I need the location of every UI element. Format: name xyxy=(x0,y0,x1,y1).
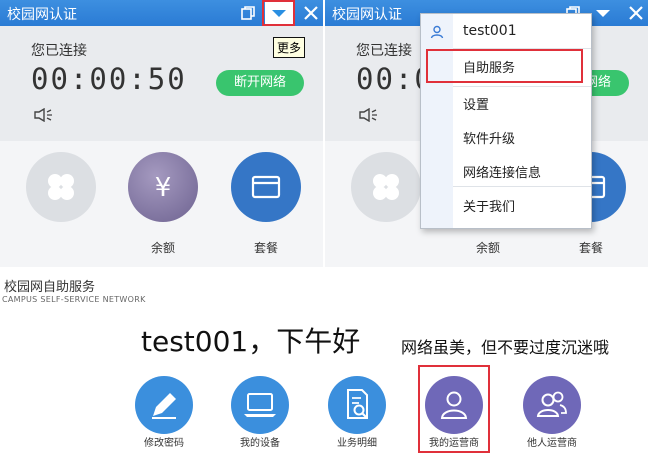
tooltip-more: 更多 xyxy=(273,37,306,58)
client-window-left: 校园网认证 您已连接 00:00:50 断开网络 ¥ 余额 套餐 更多 xyxy=(0,0,323,267)
connection-status: 您已连接 xyxy=(356,43,412,59)
menu-username: test001 xyxy=(463,23,517,39)
service-billing-details[interactable] xyxy=(328,376,386,434)
connection-timer: 00:00:50 xyxy=(31,62,187,96)
window-title: 校园网认证 xyxy=(7,7,77,23)
laptop-icon xyxy=(244,393,276,417)
user-icon xyxy=(430,25,444,39)
restore-icon[interactable] xyxy=(240,5,256,21)
menu-item-connection-info[interactable]: 网络连接信息 xyxy=(463,162,541,181)
slogan: 网络虽美，但不要过度沉迷哦 xyxy=(401,338,610,357)
menu-item-settings[interactable]: 设置 xyxy=(463,94,489,113)
clover-icon xyxy=(373,174,399,200)
greeting: test001，下午好 xyxy=(141,325,361,358)
service-label: 修改密码 xyxy=(144,438,184,449)
pencil-icon xyxy=(152,393,176,419)
tile-label-package: 套餐 xyxy=(253,241,278,255)
highlight-self-service xyxy=(426,49,583,83)
tile-label-balance: 余额 xyxy=(475,241,500,255)
speaker-icon[interactable] xyxy=(34,108,54,122)
clover-icon xyxy=(48,174,74,200)
menu-item-about-us[interactable]: 关于我们 xyxy=(463,196,515,215)
service-label: 他人运营商 xyxy=(527,438,577,449)
more-dropdown-menu: test001 自助服务 设置 软件升级 网络连接信息 关于我们 xyxy=(420,13,592,229)
yen-icon: ¥ xyxy=(155,173,172,203)
tile-balance[interactable]: ¥ xyxy=(128,152,198,222)
service-label: 业务明细 xyxy=(337,438,377,449)
self-service-portal: 校园网自助服务 CAMPUS SELF-SERVICE NETWORK test… xyxy=(0,270,648,468)
tile-package[interactable] xyxy=(231,152,301,222)
service-other-operator[interactable] xyxy=(523,376,581,434)
window-title: 校园网认证 xyxy=(332,7,402,23)
highlight-more-button xyxy=(262,0,295,26)
speaker-icon[interactable] xyxy=(359,108,379,122)
service-label: 我的设备 xyxy=(240,438,280,449)
tile-apps[interactable] xyxy=(26,152,96,222)
chevron-down-icon[interactable] xyxy=(593,5,613,21)
connection-status: 您已连接 xyxy=(31,43,87,59)
portal-subtitle: CAMPUS SELF-SERVICE NETWORK xyxy=(2,295,146,304)
menu-gutter xyxy=(421,14,453,228)
card-icon xyxy=(251,175,281,199)
menu-item-software-upgrade[interactable]: 软件升级 xyxy=(463,128,515,147)
service-change-password[interactable] xyxy=(135,376,193,434)
close-icon[interactable] xyxy=(303,5,319,21)
tile-label-balance: 余额 xyxy=(150,241,175,255)
svg-text:¥: ¥ xyxy=(155,173,172,203)
disconnect-button[interactable]: 断开网络 xyxy=(216,70,304,96)
close-icon[interactable] xyxy=(628,5,644,21)
service-my-devices[interactable] xyxy=(231,376,289,434)
highlight-my-operator xyxy=(418,365,490,453)
tile-label-package: 套餐 xyxy=(578,241,603,255)
group-icon xyxy=(536,391,567,417)
menu-separator xyxy=(453,186,591,187)
menu-separator xyxy=(453,86,591,87)
portal-title: 校园网自助服务 xyxy=(4,280,96,295)
tile-apps[interactable] xyxy=(351,152,421,222)
document-search-icon xyxy=(347,389,368,419)
